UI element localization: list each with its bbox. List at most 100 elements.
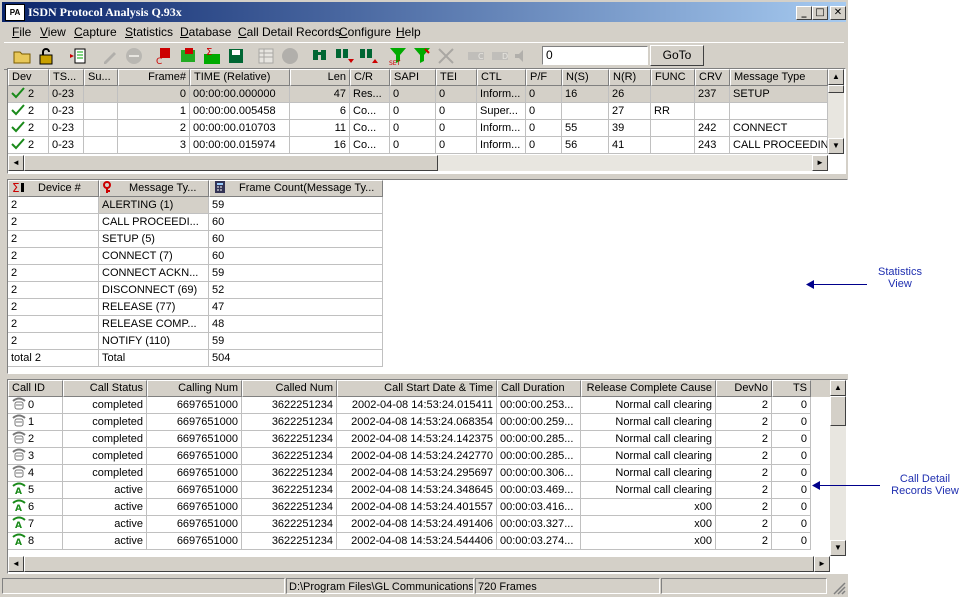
table-row[interactable]: 2 0-23 0 00:00:00.000000 47 Res... 0 0 Inform...… [8,86,828,103]
menu-call-detail-records[interactable]: Call Detail Records [238,25,341,39]
summary-vertical-scrollbar[interactable]: ▲ ▼ [828,69,844,154]
table-row[interactable]: 2 CONNECT (7) 60 [8,248,383,265]
menu-capture[interactable]: Capture [74,25,117,39]
table-row[interactable]: 2 DISCONNECT (69) 52 [8,282,383,299]
find-icon[interactable] [310,46,330,66]
table-row[interactable]: 2 SETUP (5) 60 [8,231,383,248]
column-header[interactable]: SAPI [390,69,436,86]
table-cell: 48 [209,316,383,333]
table-row[interactable]: 2 0-23 1 00:00:00.005458 6 Co... 0 0 Super... 0 27… [8,103,828,120]
column-header[interactable]: Message Ty... [99,180,209,197]
column-header[interactable]: Call Status [63,380,147,397]
column-header[interactable]: TEI [436,69,477,86]
menu-statistics[interactable]: Statistics [125,25,173,39]
goto-frame-input[interactable]: 0 [542,46,648,65]
table-row[interactable]: 0 completed 6697651000 3622251234 2002-04-08… [8,397,811,414]
find-previous-icon[interactable] [358,46,378,66]
table-row[interactable]: 4 completed 6697651000 3622251234 2002-04-08… [8,465,811,482]
column-header[interactable]: Frame Count(Message Ty... [209,180,383,197]
table-cell: 0 [436,86,477,103]
set-filter-icon[interactable]: SET [388,46,408,66]
close-button[interactable]: ✕ [830,6,846,20]
table-row[interactable]: 2 RELEASE COMP... 48 [8,316,383,333]
scroll-thumb[interactable] [828,85,844,93]
scroll-thumb[interactable] [24,556,814,572]
column-header[interactable]: Release Complete Cause [581,380,716,397]
column-header[interactable]: Call Duration [497,380,581,397]
table-row[interactable]: 3 completed 6697651000 3622251234 2002-04-08… [8,448,811,465]
column-header[interactable]: Len [290,69,350,86]
filter-list-icon[interactable] [68,46,88,66]
table-row[interactable]: 1 completed 6697651000 3622251234 2002-04-08… [8,414,811,431]
maximize-button[interactable]: □ [812,6,828,20]
column-header[interactable]: TS... [49,69,84,86]
cdr-vertical-scrollbar[interactable]: ▲ ▼ [830,380,846,556]
table-row[interactable]: 2 CONNECT ACKN... 59 [8,265,383,282]
column-header[interactable]: Called Num [242,380,337,397]
scroll-up-arrow-icon[interactable]: ▲ [830,380,846,396]
column-header[interactable]: Call Start Date & Time [337,380,497,397]
column-header[interactable]: FUNC [651,69,695,86]
table-row[interactable]: 2 NOTIFY (110) 59 [8,333,383,350]
decode-green-icon[interactable] [178,46,198,66]
column-header[interactable]: TS [772,380,811,397]
find-next-icon[interactable] [334,46,354,66]
menu-help[interactable]: Help [396,25,421,39]
cdr-horizontal-scrollbar[interactable]: ◄ ► [8,556,830,572]
sum-icon[interactable]: Σ [202,46,222,66]
column-header[interactable]: CRV [695,69,730,86]
scroll-thumb[interactable] [24,155,438,171]
column-header[interactable]: TIME (Relative) [190,69,290,86]
table-row[interactable]: 2 ALERTING (1) 59 [8,197,383,214]
open-folder-icon[interactable] [12,46,32,66]
table-cell: 00:00:00.005458 [190,103,290,120]
table-row[interactable]: 2 CALL PROCEEDI... 60 [8,214,383,231]
summary-horizontal-scrollbar[interactable]: ◄ ► [8,155,828,171]
column-header[interactable]: Su... [84,69,118,86]
minimize-button[interactable]: _ [796,6,812,20]
table-row[interactable]: total 2 Total 504 [8,350,383,367]
column-header[interactable]: Dev [8,69,49,86]
column-header[interactable]: DevNo [716,380,772,397]
scroll-left-arrow-icon[interactable]: ◄ [8,155,24,171]
scroll-left-arrow-icon[interactable]: ◄ [8,556,24,572]
column-header[interactable]: C/R [350,69,390,86]
scroll-down-arrow-icon[interactable]: ▼ [828,138,844,154]
menu-view[interactable]: View [40,25,66,39]
scroll-up-arrow-icon[interactable]: ▲ [828,69,844,85]
goto-button[interactable]: GoTo [650,45,704,66]
table-row[interactable]: A 7 active 6697651000 3622251234 2002-04-08 1… [8,516,811,533]
column-header[interactable]: Call ID [8,380,63,397]
filter-icon[interactable] [412,46,432,66]
table-row[interactable]: A 6 active 6697651000 3622251234 2002-04-08 1… [8,499,811,516]
menu-configure[interactable]: Configure [339,25,391,39]
scroll-down-arrow-icon[interactable]: ▼ [830,540,846,556]
column-header[interactable]: Message Type [730,69,828,86]
column-header[interactable]: Frame# [118,69,190,86]
capture-red-icon[interactable]: C [154,46,174,66]
table-row[interactable]: A 8 active 6697651000 3622251234 2002-04-08 1… [8,533,811,550]
save-icon[interactable] [226,46,246,66]
check-icon [11,87,25,99]
title-bar[interactable]: PA ISDN Protocol Analysis Q.93x _ □ ✕ [2,2,846,22]
column-header[interactable]: N(R) [609,69,651,86]
scroll-thumb[interactable] [830,396,846,426]
table-row[interactable]: 2 completed 6697651000 3622251234 2002-04-08… [8,431,811,448]
table-row[interactable]: 2 0-23 2 00:00:00.010703 11 Co... 0 0 Inform... 0… [8,120,828,137]
column-header[interactable]: P/F [526,69,562,86]
column-header[interactable]: Σ Device # [8,180,99,197]
column-header[interactable]: CTL [477,69,526,86]
scroll-right-arrow-icon[interactable]: ► [812,155,828,171]
scroll-right-arrow-icon[interactable]: ► [814,556,830,572]
unlock-icon[interactable] [36,46,56,66]
table-row[interactable]: A 5 active 6697651000 3622251234 2002-04-08 1… [8,482,811,499]
column-header[interactable]: Calling Num [147,380,242,397]
menu-file[interactable]: File [12,25,31,39]
column-header[interactable]: N(S) [562,69,609,86]
table-view-disabled-icon [258,48,274,64]
table-cell: 16 [562,86,609,103]
menu-database[interactable]: Database [180,25,231,39]
table-row[interactable]: 2 RELEASE (77) 47 [8,299,383,316]
resize-grip-icon[interactable] [832,581,846,595]
table-row[interactable]: 2 0-23 3 00:00:00.015974 16 Co... 0 0 Inform... 0… [8,137,828,154]
